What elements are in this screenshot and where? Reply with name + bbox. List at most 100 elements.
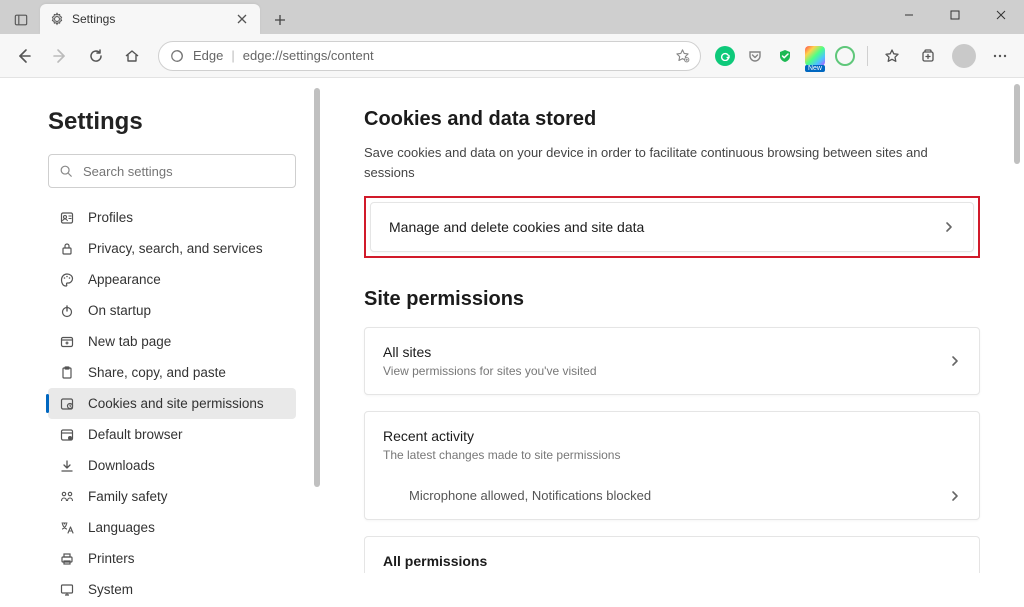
favorite-button[interactable] [675,48,690,63]
star-icon [675,48,690,63]
settings-sidebar: Settings Profiles Privacy, search, and s… [0,78,320,607]
tab-actions-button[interactable] [6,6,36,34]
nav-label: Languages [88,520,155,535]
dots-icon [992,48,1008,64]
extension-pocket-icon[interactable] [745,46,765,66]
tab-strip: Settings [0,0,294,34]
manage-cookies-card[interactable]: Manage and delete cookies and site data [370,202,974,252]
printer-icon [58,550,76,568]
nav-downloads[interactable]: Downloads [48,450,296,481]
address-bar[interactable]: Edge | edge://settings/content [158,41,701,71]
toolbar-divider [867,46,868,66]
address-separator: | [231,48,234,63]
nav-label: System [88,582,133,597]
gear-icon [50,12,64,26]
refresh-button[interactable] [80,40,112,72]
close-window-button[interactable] [978,0,1024,30]
favorites-button[interactable] [876,40,908,72]
family-icon [58,488,76,506]
plus-icon [274,14,286,26]
recent-activity-detail: Microphone allowed, Notifications blocke… [383,488,949,503]
menu-button[interactable] [984,40,1016,72]
nav-system[interactable]: System [48,574,296,605]
nav-label: Family safety [88,489,168,504]
card-title: All permissions [383,553,961,569]
maximize-button[interactable] [932,0,978,30]
nav-cookies[interactable]: Cookies and site permissions [48,388,296,419]
extension-ring-icon[interactable] [835,46,855,66]
chevron-right-icon [949,490,961,502]
nav-label: Cookies and site permissions [88,396,264,411]
power-icon [58,302,76,320]
cookies-section-heading: Cookies and data stored [364,108,980,131]
avatar-icon [952,44,976,68]
extension-icons: New [711,46,859,66]
newtab-icon [58,333,76,351]
card-title: Recent activity [383,428,961,444]
back-button[interactable] [8,40,40,72]
appearance-icon [58,271,76,289]
minimize-button[interactable] [886,0,932,30]
all-sites-card[interactable]: All sites View permissions for sites you… [364,327,980,395]
settings-heading: Settings [48,108,296,136]
permissions-section-heading: Site permissions [364,288,980,311]
maximize-icon [950,10,960,20]
nav-label: New tab page [88,334,171,349]
new-badge: New [805,65,825,72]
permissions-card-stack: All sites View permissions for sites you… [364,327,980,573]
tab-title: Settings [72,12,226,26]
main-scrollbar[interactable] [1014,84,1020,164]
system-icon [58,581,76,599]
lock-icon [58,240,76,258]
address-url: edge://settings/content [243,48,667,63]
nav-label: Profiles [88,210,133,225]
home-button[interactable] [116,40,148,72]
nav-label: Share, copy, and paste [88,365,226,380]
new-tab-button[interactable] [266,6,294,34]
chevron-right-icon [943,221,955,233]
minimize-icon [904,10,914,20]
tab-actions-icon [14,13,28,27]
browser-tab[interactable]: Settings [40,4,260,34]
recent-activity-card[interactable]: Recent activity The latest changes made … [364,411,980,520]
arrow-right-icon [52,48,68,64]
address-label: Edge [193,48,223,63]
all-permissions-card[interactable]: All permissions [364,536,980,573]
nav-share[interactable]: Share, copy, and paste [48,357,296,388]
search-input[interactable] [83,164,285,179]
nav-label: On startup [88,303,151,318]
profile-button[interactable] [948,40,980,72]
nav-new-tab[interactable]: New tab page [48,326,296,357]
card-title: All sites [383,344,949,360]
download-icon [58,457,76,475]
extension-grammarly-icon[interactable] [715,46,735,66]
search-settings-box[interactable] [48,154,296,188]
nav-family[interactable]: Family safety [48,481,296,512]
titlebar: Settings [0,0,1024,34]
close-icon [237,14,247,24]
window-controls [886,0,1024,34]
nav-label: Downloads [88,458,155,473]
nav-label: Default browser [88,427,183,442]
nav-default-browser[interactable]: Default browser [48,419,296,450]
chevron-right-icon [949,355,961,367]
extension-rainbow-icon[interactable]: New [805,46,825,66]
search-icon [59,164,73,178]
cookies-icon [58,395,76,413]
card-subtitle: The latest changes made to site permissi… [383,448,961,462]
collections-button[interactable] [912,40,944,72]
toolbar: Edge | edge://settings/content New [0,34,1024,78]
nav-startup[interactable]: On startup [48,295,296,326]
extension-shield-icon[interactable] [775,46,795,66]
profile-icon [58,209,76,227]
nav-profiles[interactable]: Profiles [48,202,296,233]
browser-window: Settings Edge | edge://settings/content [0,0,1024,607]
forward-button[interactable] [44,40,76,72]
nav-privacy[interactable]: Privacy, search, and services [48,233,296,264]
card-title: Manage and delete cookies and site data [389,219,943,235]
nav-appearance[interactable]: Appearance [48,264,296,295]
nav-printers[interactable]: Printers [48,543,296,574]
nav-languages[interactable]: Languages [48,512,296,543]
collections-icon [920,48,936,64]
close-tab-button[interactable] [234,11,250,27]
